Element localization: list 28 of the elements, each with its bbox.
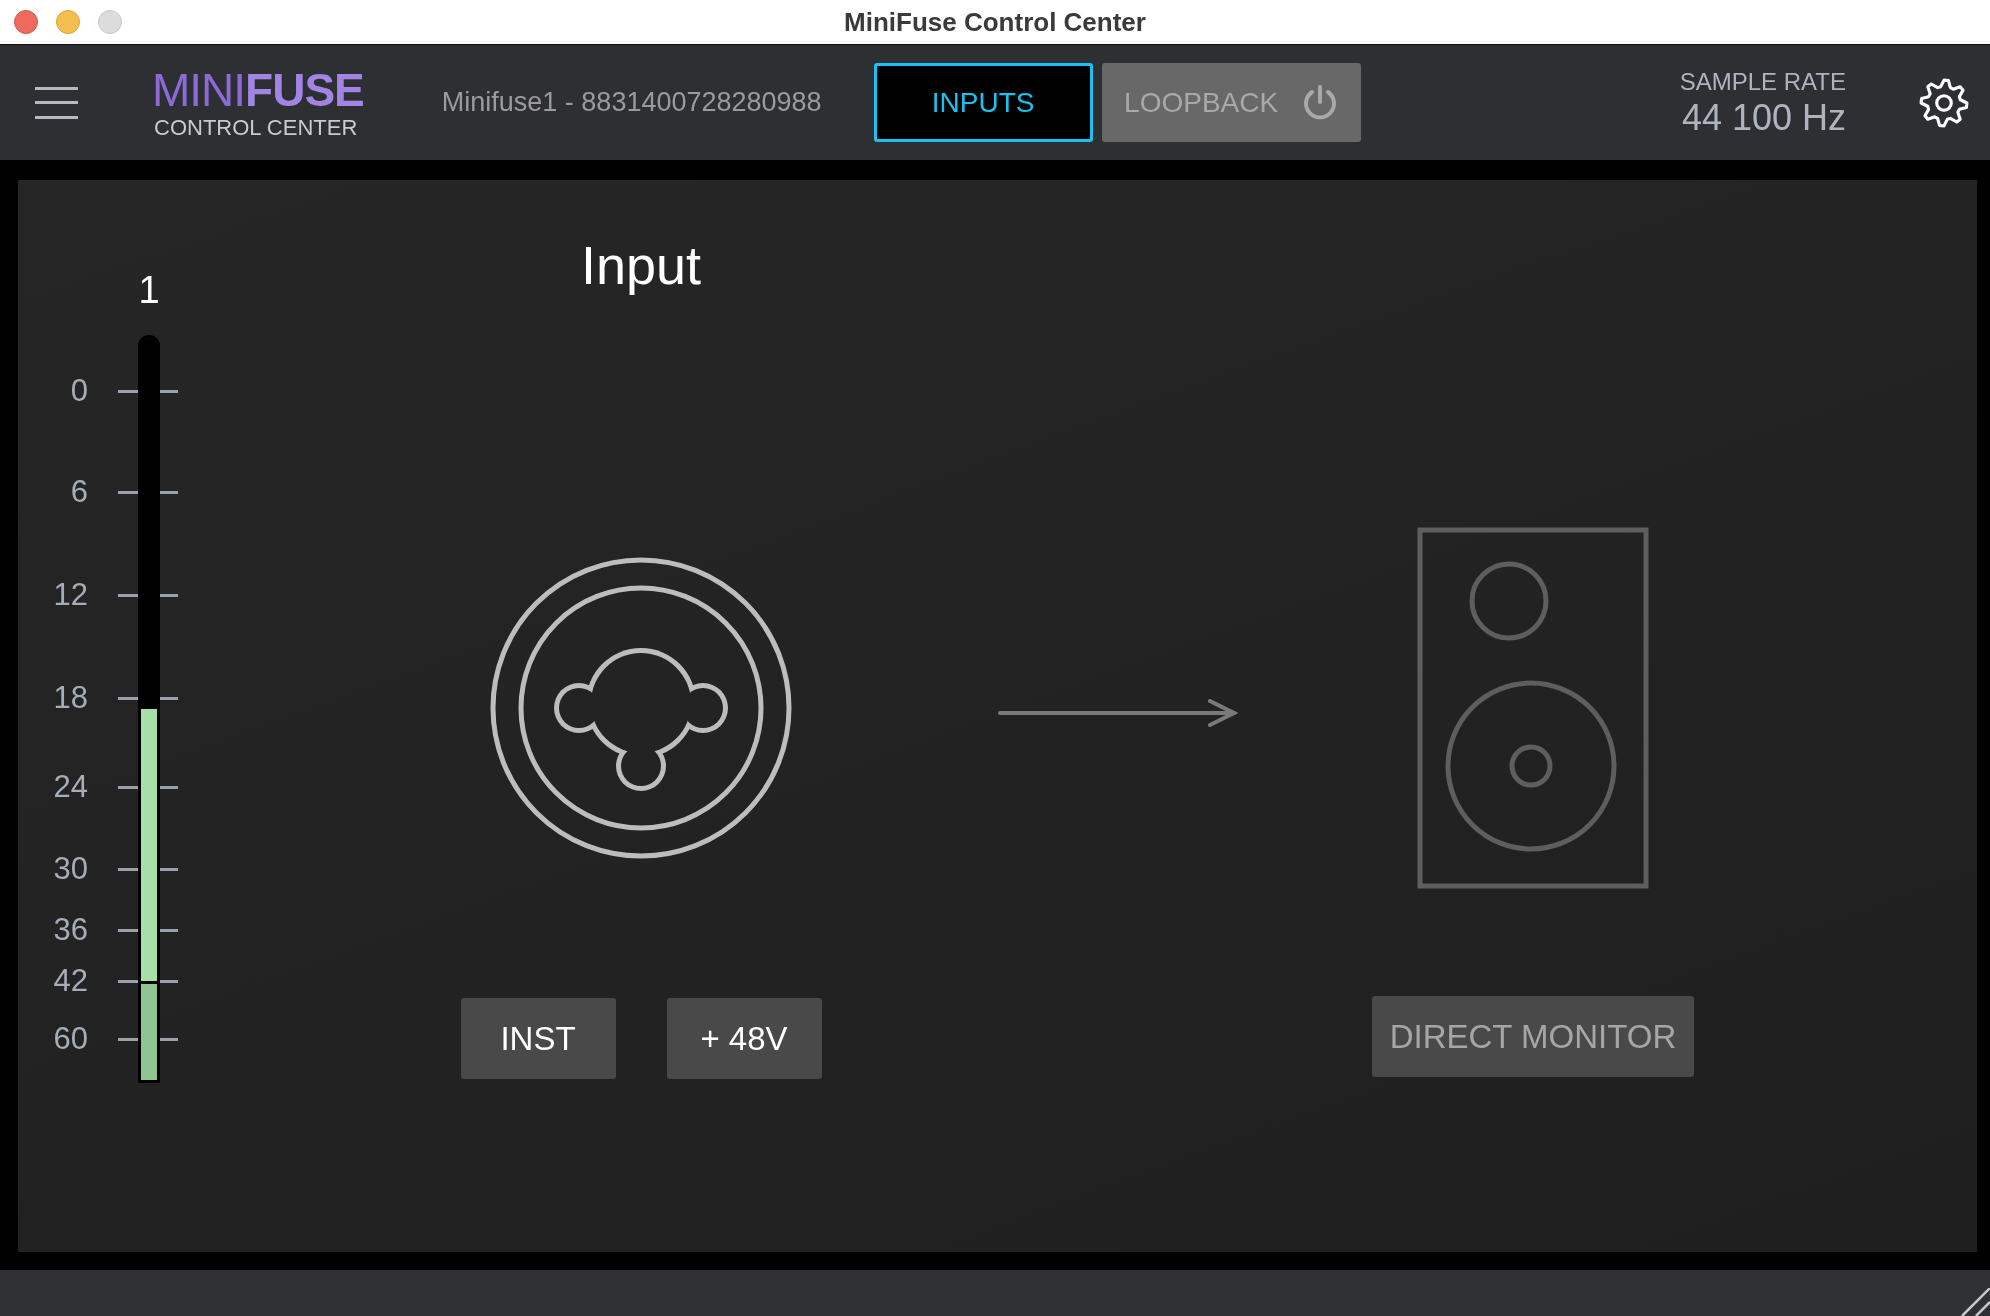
scale-label: 12 <box>53 577 88 613</box>
scale-label: 42 <box>53 963 88 999</box>
sample-rate-label: SAMPLE RATE <box>1679 69 1846 94</box>
scale-label: 0 <box>70 373 88 409</box>
window-title: MiniFuse Control Center <box>844 6 1146 37</box>
combo-jack-icon <box>489 556 793 860</box>
device-name: Minifuse1 - 8831400728280988 <box>441 87 822 118</box>
logo-subtitle: CONTROL CENTER <box>154 116 358 139</box>
section-title: Input <box>580 234 702 297</box>
scale-label: 18 <box>53 680 88 716</box>
menu-icon[interactable] <box>35 86 78 119</box>
toggle-button[interactable]: + 48V <box>666 998 822 1079</box>
power-icon <box>1302 83 1339 122</box>
scale-label: 36 <box>53 912 88 948</box>
logo-wordmark: MINIFUSE <box>152 66 364 113</box>
channel-number: 1 <box>138 268 160 313</box>
settings-icon[interactable] <box>1918 76 1970 129</box>
toggle-button[interactable]: INST <box>460 998 616 1079</box>
resize-grip-icon[interactable] <box>1960 1288 1990 1316</box>
close-button[interactable] <box>14 10 38 34</box>
arrow-icon <box>998 699 1238 727</box>
sample-rate-value: 44 100 Hz <box>1681 99 1846 136</box>
scale-label: 60 <box>53 1021 88 1057</box>
scale-label: 24 <box>53 769 88 805</box>
scale-label: 30 <box>53 851 88 887</box>
speaker-icon <box>1417 527 1649 889</box>
tab[interactable]: INPUTS <box>873 63 1093 142</box>
scale-label: 6 <box>70 474 88 510</box>
